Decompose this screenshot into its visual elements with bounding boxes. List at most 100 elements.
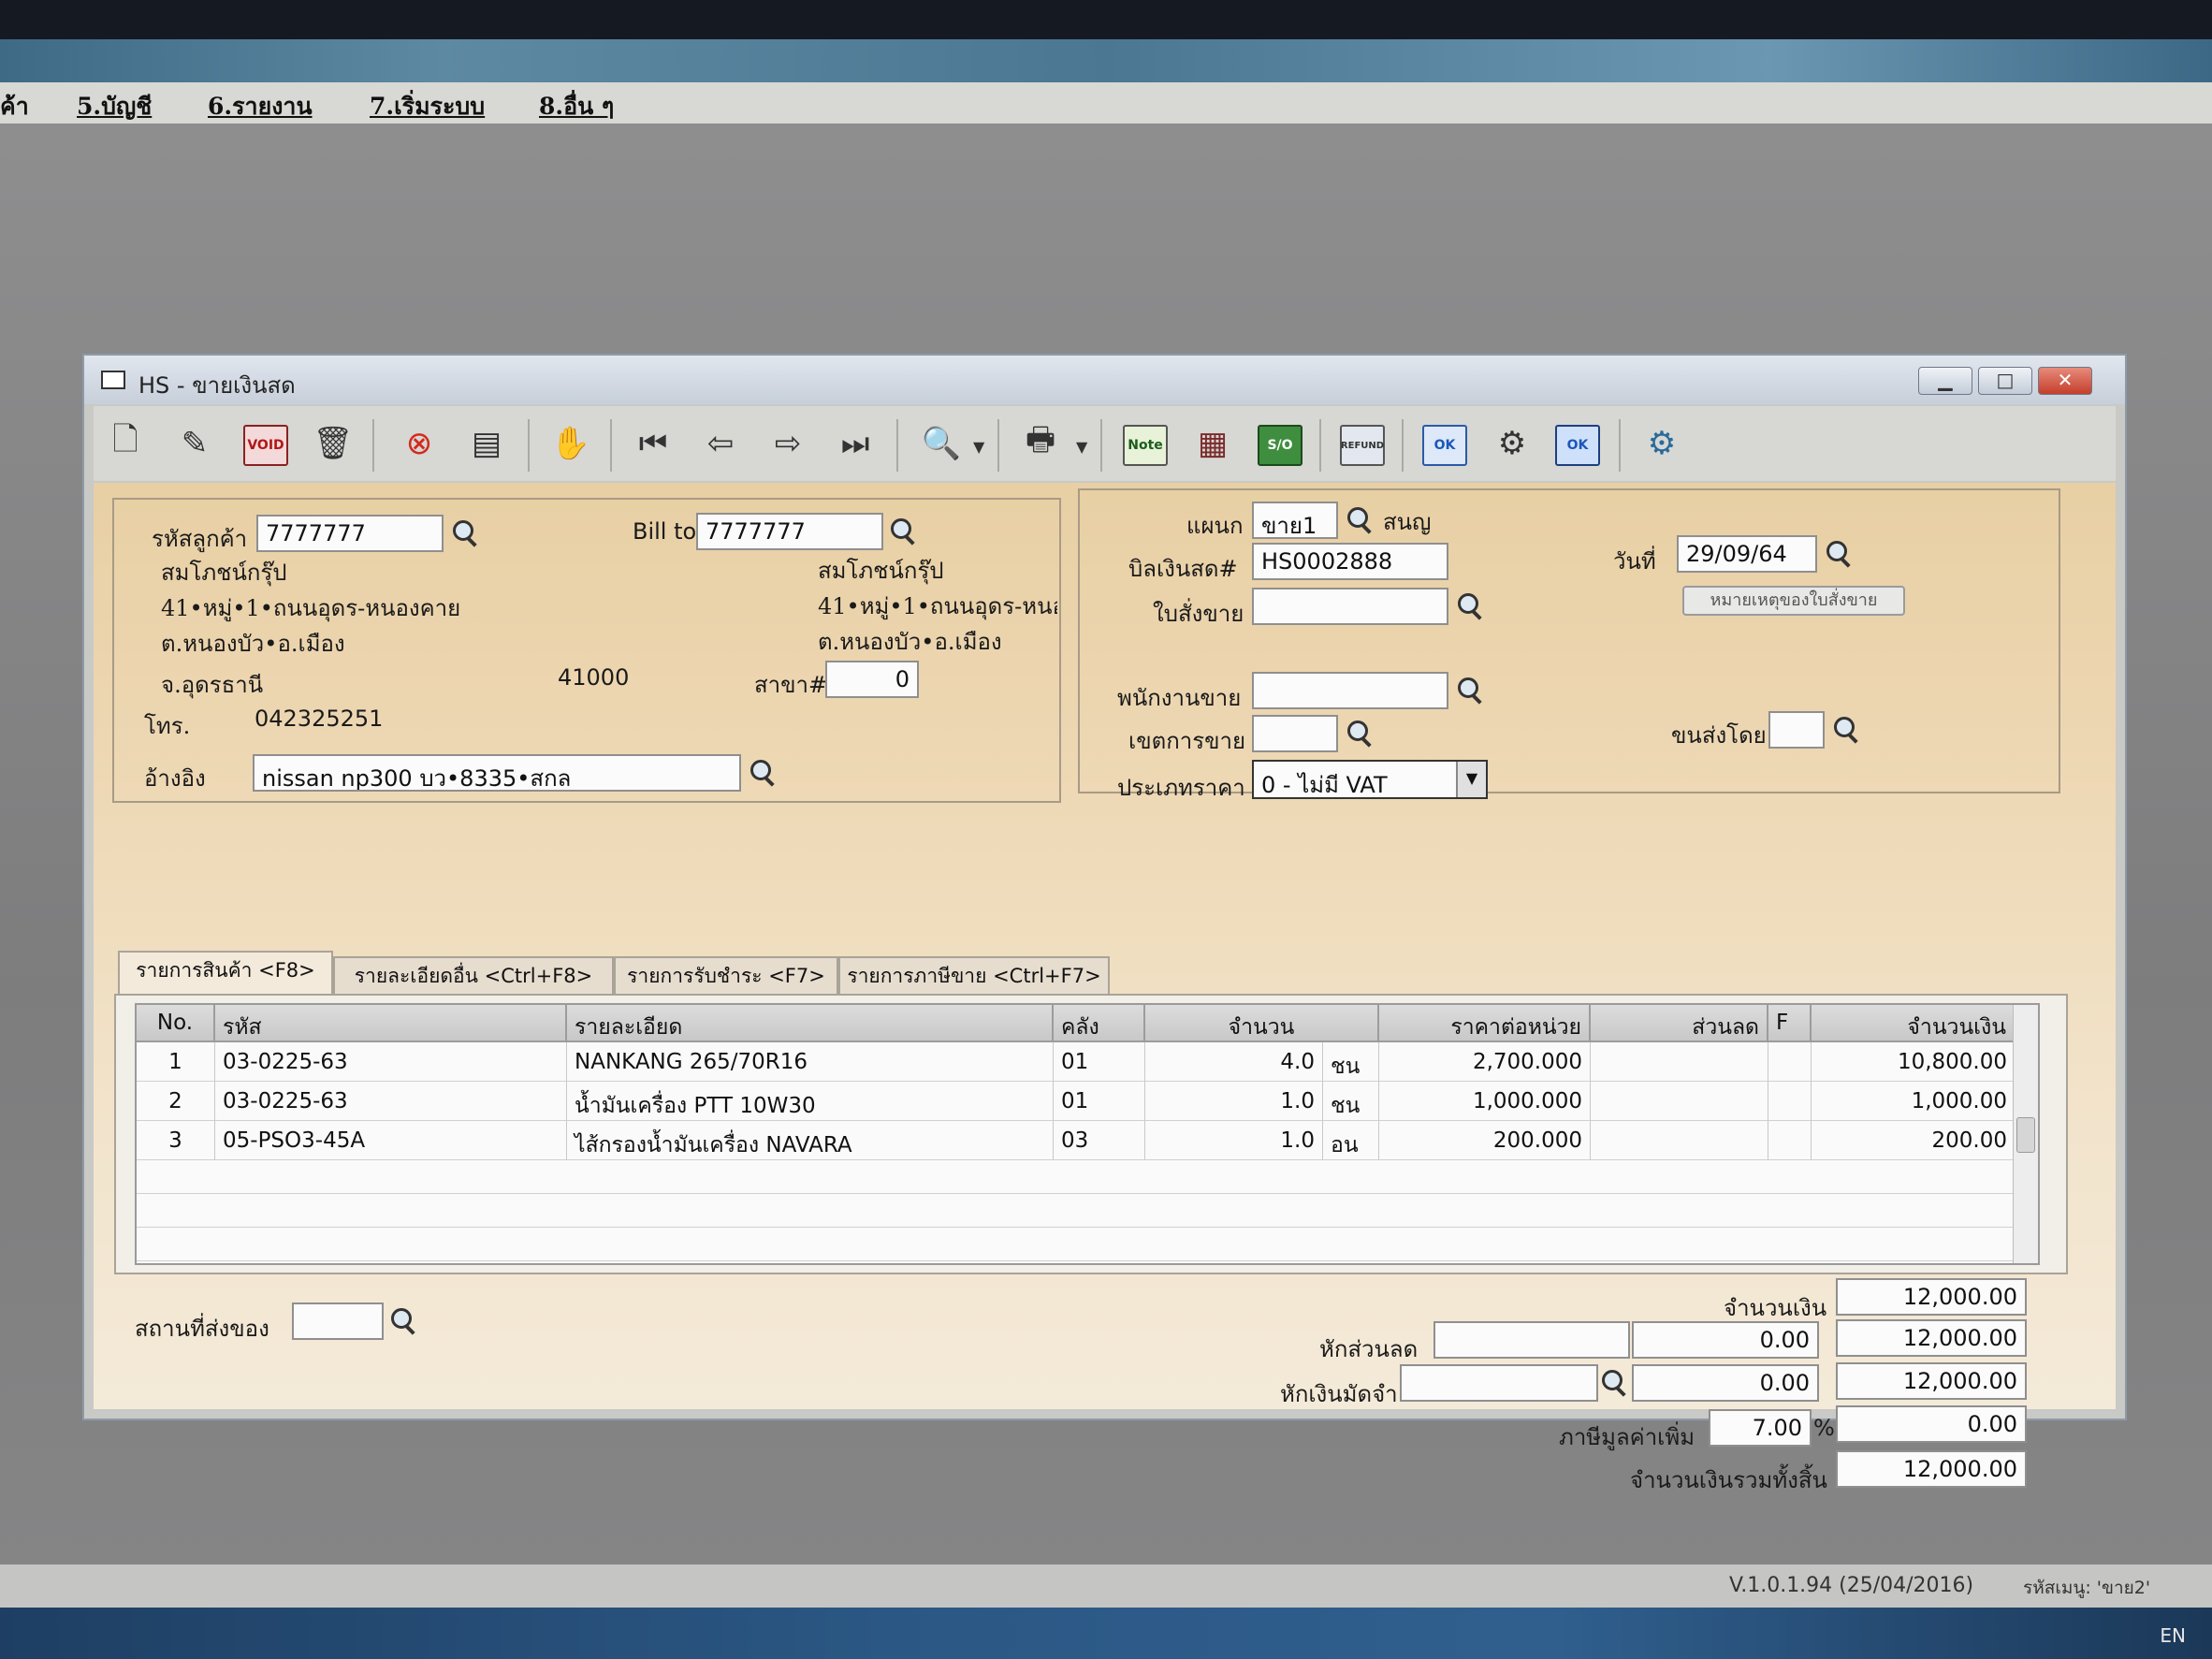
trash-icon[interactable]: 🗑 <box>309 419 357 468</box>
ship-place-search-icon[interactable] <box>386 1304 419 1338</box>
cell-code[interactable]: 05-PSO3-45A <box>215 1121 567 1160</box>
cell-discount[interactable] <box>1591 1121 1768 1160</box>
sales-area-search-icon[interactable] <box>1342 717 1375 750</box>
sales-order-icon[interactable]: S/O <box>1258 425 1302 466</box>
cell-unit[interactable]: ชน <box>1323 1082 1379 1121</box>
cell-f[interactable] <box>1768 1042 1812 1082</box>
settings-icon[interactable]: ⚙ <box>1637 419 1686 468</box>
cell-unit[interactable]: อน <box>1323 1121 1379 1160</box>
cell-unit[interactable]: ชน <box>1323 1042 1379 1082</box>
cell-quantity[interactable]: 4.0 <box>1145 1042 1323 1082</box>
department-search-icon[interactable] <box>1342 503 1375 537</box>
save-icon[interactable]: ▤ <box>462 419 511 468</box>
calculator-icon[interactable]: ▦ <box>1188 419 1237 468</box>
sales-order-input[interactable] <box>1252 588 1448 625</box>
tab-items[interactable]: รายการสินค้า <F8> <box>118 951 333 996</box>
empty-row[interactable] <box>137 1194 2016 1228</box>
menu-item-accounting[interactable]: 5.บัญชี <box>77 88 152 125</box>
column-header-description[interactable]: รายละเอียด <box>567 1005 1054 1042</box>
column-header-unit-price[interactable]: ราคาต่อหน่วย <box>1379 1005 1591 1042</box>
cell-no[interactable]: 1 <box>137 1042 215 1082</box>
cell-warehouse[interactable]: 01 <box>1054 1082 1145 1121</box>
column-header-amount[interactable]: จำนวนเงิน <box>1812 1005 2016 1042</box>
minimize-button[interactable]: ▁ <box>1918 367 1972 395</box>
cell-no[interactable]: 2 <box>137 1082 215 1121</box>
cell-f[interactable] <box>1768 1121 1812 1160</box>
cell-unit-price[interactable]: 200.000 <box>1379 1121 1591 1160</box>
cell-code[interactable]: 03-0225-63 <box>215 1082 567 1121</box>
cell-code[interactable]: 03-0225-63 <box>215 1042 567 1082</box>
approve-icon[interactable]: OK <box>1422 425 1467 466</box>
reference-search-icon[interactable] <box>745 756 779 790</box>
cell-unit-price[interactable]: 2,700.000 <box>1379 1042 1591 1082</box>
date-picker-icon[interactable] <box>1821 537 1855 571</box>
column-header-quantity[interactable]: จำนวน <box>1145 1005 1379 1042</box>
column-header-no[interactable]: No. <box>137 1005 215 1042</box>
empty-row[interactable] <box>137 1160 2016 1194</box>
handshake-icon[interactable]: ✋ <box>546 419 595 468</box>
billto-code-input[interactable]: 7777777 <box>696 513 883 550</box>
salesman-input[interactable] <box>1252 672 1448 709</box>
scrollbar-thumb[interactable] <box>2016 1117 2035 1153</box>
maximize-button[interactable]: □ <box>1978 367 2032 395</box>
cell-discount[interactable] <box>1591 1082 1768 1121</box>
cell-amount[interactable]: 200.00 <box>1812 1121 2016 1160</box>
void-icon[interactable]: VOID <box>243 425 288 466</box>
cell-description[interactable]: NANKANG 265/70R16 <box>567 1042 1054 1082</box>
note-icon[interactable]: Note <box>1123 425 1168 466</box>
deposit-search-icon[interactable] <box>1596 1366 1630 1400</box>
cell-unit-price[interactable]: 1,000.000 <box>1379 1082 1591 1121</box>
print-dropdown-icon[interactable]: ▼ <box>1076 438 1087 456</box>
chevron-down-icon[interactable]: ▼ <box>1456 762 1486 797</box>
price-type-select[interactable]: 0 - ไม่มี VAT ▼ <box>1252 760 1488 799</box>
sales-area-input[interactable] <box>1252 715 1338 752</box>
cell-amount[interactable]: 1,000.00 <box>1812 1082 2016 1121</box>
edit-icon[interactable]: ✎ <box>170 419 219 468</box>
tab-payments[interactable]: รายการรับชำระ <F7> <box>614 956 838 994</box>
first-record-icon[interactable]: ⏮ <box>629 419 677 468</box>
ship-place-input[interactable] <box>292 1302 384 1340</box>
cell-quantity[interactable]: 1.0 <box>1145 1121 1323 1160</box>
customer-code-input[interactable]: 7777777 <box>256 515 444 552</box>
menu-item-setup[interactable]: 7.เริ่มระบบ <box>370 88 485 125</box>
column-header-warehouse[interactable]: คลัง <box>1054 1005 1145 1042</box>
empty-row[interactable] <box>137 1228 2016 1261</box>
cell-quantity[interactable]: 1.0 <box>1145 1082 1323 1121</box>
ship-by-search-icon[interactable] <box>1828 713 1862 747</box>
menu-item-others[interactable]: 8.อื่น ๆ <box>539 88 614 125</box>
cell-amount[interactable]: 10,800.00 <box>1812 1042 2016 1082</box>
order-note-button[interactable]: หมายเหตุของใบสั่งขาย <box>1682 586 1905 616</box>
language-indicator[interactable]: EN <box>2160 1624 2186 1647</box>
cash-bill-input[interactable]: HS0002888 <box>1252 543 1448 580</box>
tab-sales-tax[interactable]: รายการภาษีขาย <Ctrl+F7> <box>838 956 1110 994</box>
column-header-discount[interactable]: ส่วนลด <box>1591 1005 1768 1042</box>
tools-icon[interactable]: ⚙ <box>1488 419 1536 468</box>
search-icon[interactable]: 🔍 <box>917 419 966 468</box>
sales-order-search-icon[interactable] <box>1452 589 1486 623</box>
column-header-f[interactable]: F <box>1768 1005 1812 1042</box>
customer-search-icon[interactable] <box>447 517 481 550</box>
cell-description[interactable]: ไส้กรองน้ำมันเครื่อง NAVARA <box>567 1121 1054 1160</box>
refund-icon[interactable]: REFUND <box>1340 425 1385 466</box>
close-button[interactable]: ✕ <box>2038 367 2092 395</box>
cell-warehouse[interactable]: 01 <box>1054 1042 1145 1082</box>
discount-value[interactable]: 0.00 <box>1632 1321 1819 1359</box>
cell-warehouse[interactable]: 03 <box>1054 1121 1145 1160</box>
reference-input[interactable]: nissan np300 บว•8335•สกล <box>253 754 741 792</box>
billto-search-icon[interactable] <box>885 515 919 548</box>
ship-by-input[interactable] <box>1768 711 1825 749</box>
column-header-code[interactable]: รหัส <box>215 1005 567 1042</box>
new-document-icon[interactable]: 🗋 <box>101 419 150 468</box>
grid-vertical-scrollbar[interactable] <box>2013 1005 2038 1263</box>
cell-no[interactable]: 3 <box>137 1121 215 1160</box>
deposit-value[interactable]: 0.00 <box>1632 1364 1819 1402</box>
tab-other-details[interactable]: รายละเอียดอื่น <Ctrl+F8> <box>333 956 614 994</box>
previous-record-icon[interactable]: ⇦ <box>696 419 745 468</box>
cell-description[interactable]: น้ำมันเครื่อง PTT 10W30 <box>567 1082 1054 1121</box>
vat-rate-input[interactable]: 7.00 <box>1709 1409 1812 1447</box>
deposit-input[interactable] <box>1400 1364 1598 1402</box>
menu-item-reports[interactable]: 6.รายงาน <box>208 88 313 125</box>
department-input[interactable]: ขาย1 <box>1252 502 1338 539</box>
cell-f[interactable] <box>1768 1082 1812 1121</box>
cancel-icon[interactable]: ⊗ <box>395 419 444 468</box>
